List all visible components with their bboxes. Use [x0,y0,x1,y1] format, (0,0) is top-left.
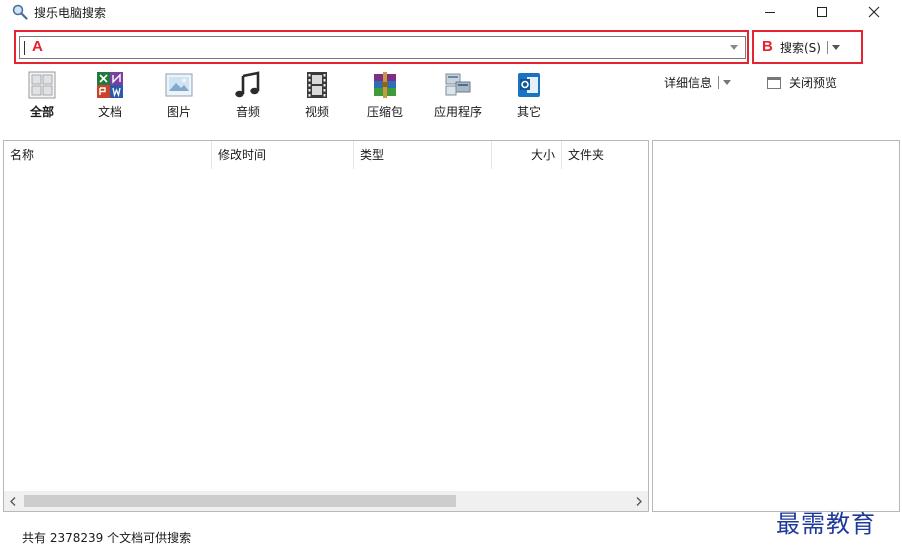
horizontal-scrollbar[interactable] [4,491,648,511]
preview-pane-icon [767,76,781,89]
scroll-thumb[interactable] [24,495,456,507]
search-history-dropdown[interactable] [725,38,743,57]
music-note-icon [235,71,260,98]
category-label: 文档 [97,105,122,119]
picture-icon [165,73,193,97]
status-text: 共有 2378239 个文档可供搜索 [22,531,192,545]
column-header-folder[interactable]: 文件夹 [562,141,648,169]
category-label: 图片 [166,105,191,119]
search-button-label: 搜索(S) [780,41,821,55]
chevron-right-icon [636,496,642,506]
magnifier-icon [12,4,28,20]
details-dropdown[interactable] [723,80,732,85]
results-list[interactable]: 名称 修改时间 类型 大小 文件夹 [3,140,649,512]
search-button[interactable]: 搜索(S) [776,36,858,59]
other-file-icon [518,73,540,97]
list-header: 名称 修改时间 类型 大小 文件夹 [4,141,648,169]
category-label: 压缩包 [366,105,403,119]
details-view-button[interactable]: 详细信息 [664,74,732,91]
category-audio[interactable]: 音频 [232,70,264,122]
film-icon [307,72,327,98]
details-separator [718,76,720,89]
document-icon [97,72,123,98]
window-title: 搜乐电脑搜索 [34,6,107,20]
category-video[interactable]: 视频 [301,70,333,122]
close-preview-button[interactable]: 关闭预览 [767,74,837,91]
search-button-separator [826,41,828,54]
search-combobox[interactable]: A [19,36,746,59]
category-label: 应用程序 [433,105,482,119]
chevron-down-icon [723,80,732,85]
watermark: 最需教育 [776,510,876,538]
column-header-type[interactable]: 类型 [354,141,492,169]
scroll-right-button[interactable] [630,491,648,511]
category-label: 其它 [516,105,541,119]
minimize-button[interactable] [748,0,792,24]
search-options-dropdown[interactable] [831,45,840,50]
category-applications[interactable]: 应用程序 [428,70,488,122]
column-header-name[interactable]: 名称 [4,141,212,169]
close-button[interactable] [852,0,896,24]
scroll-left-button[interactable] [4,491,22,511]
text-caret [24,41,25,55]
column-header-modified[interactable]: 修改时间 [212,141,354,169]
category-label: 视频 [304,105,329,119]
close-preview-label: 关闭预览 [789,76,838,90]
maximize-button[interactable] [800,0,844,24]
preview-pane [652,140,900,512]
column-header-size[interactable]: 大小 [492,141,562,169]
title-bar: 搜乐电脑搜索 [0,0,902,24]
grid-all-icon [28,71,56,99]
minimize-icon [765,12,775,13]
chevron-down-icon [730,45,738,50]
category-pictures[interactable]: 图片 [163,70,195,122]
callout-label-b: B [762,38,773,55]
callout-label-a: A [32,38,43,55]
chevron-left-icon [10,496,16,506]
application-icon [445,73,471,96]
category-archives[interactable]: 压缩包 [361,70,409,122]
category-label: 音频 [235,105,260,119]
details-label: 详细信息 [664,76,713,90]
chevron-down-icon [831,45,840,50]
archive-icon [374,72,396,98]
status-bar: 共有 2378239 个文档可供搜索 [0,515,902,551]
close-icon [868,6,880,18]
category-other[interactable]: 其它 [513,70,545,122]
category-label: 全部 [29,105,54,119]
maximize-icon [817,7,827,17]
category-all[interactable]: 全部 [26,70,58,122]
category-documents[interactable]: 文档 [94,70,126,122]
